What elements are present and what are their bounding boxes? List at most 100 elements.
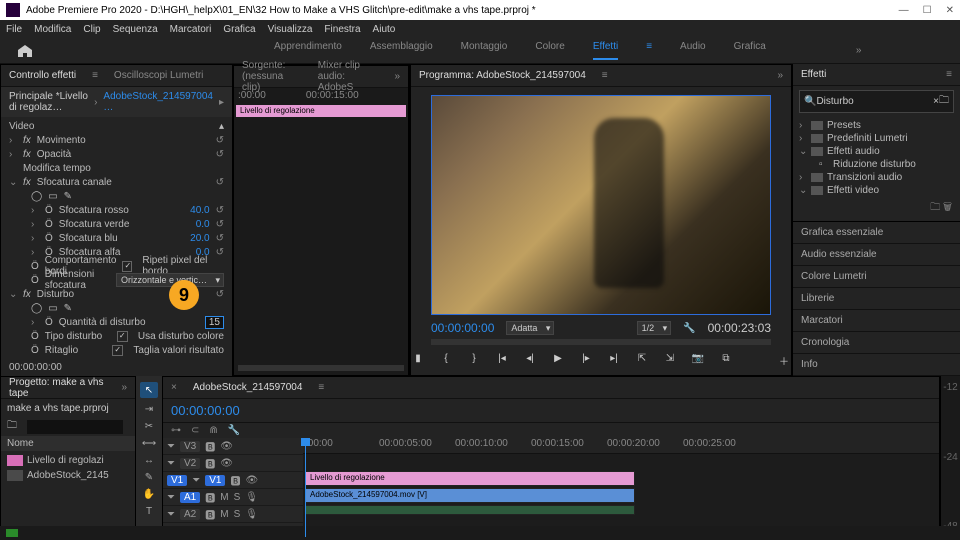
ec-timecode[interactable]: 00:00:00:00 xyxy=(1,359,232,376)
step-back-icon[interactable]: ◂| xyxy=(523,353,537,368)
ec-blur-green-value[interactable]: 0.0 xyxy=(196,219,210,230)
export-frame-icon[interactable]: 📷 xyxy=(691,353,705,368)
linked-sel-icon[interactable]: ⊂ xyxy=(191,425,199,436)
hand-tool-icon[interactable]: ✋ xyxy=(143,489,155,500)
ec-channel-blur[interactable]: Sfocatura canale xyxy=(37,177,210,188)
project-col-name[interactable]: Nome xyxy=(7,438,34,449)
razor-tool-icon[interactable]: ⟷ xyxy=(142,438,156,449)
ec-noisetype-checkbox[interactable] xyxy=(117,331,128,342)
add-marker-icon[interactable]: ▮ xyxy=(411,353,425,368)
mark-out-icon[interactable]: } xyxy=(467,353,481,368)
menu-view[interactable]: Visualizza xyxy=(268,24,313,35)
maximize-button[interactable]: ☐ xyxy=(923,5,932,16)
goto-in-icon[interactable]: |◂ xyxy=(495,353,509,368)
timeline-ruler[interactable]: :00:00 00:00:05:00 00:00:10:00 00:00:15:… xyxy=(303,438,939,454)
lift-icon[interactable]: ⇱ xyxy=(635,353,649,368)
workspace-learning[interactable]: Apprendimento xyxy=(274,41,342,60)
menu-clip[interactable]: Clip xyxy=(83,24,100,35)
workspace-overflow-icon[interactable]: » xyxy=(856,45,862,56)
reset-icon[interactable]: ↺ xyxy=(216,135,224,146)
ec-clip-checkbox[interactable] xyxy=(112,345,123,356)
mask-pen-icon[interactable]: ✎ xyxy=(64,303,72,314)
project-item[interactable]: Livello di regolazi xyxy=(1,453,135,468)
ec-video-toggle-icon[interactable]: ▴ xyxy=(219,121,224,132)
menu-markers[interactable]: Marcatori xyxy=(170,24,212,35)
step-fwd-icon[interactable]: |▸ xyxy=(579,353,593,368)
reset-icon[interactable]: ↺ xyxy=(216,289,224,300)
compare-icon[interactable]: ⧉ xyxy=(719,353,733,368)
extract-icon[interactable]: ⇲ xyxy=(663,353,677,368)
program-res-dropdown[interactable]: 1/2 xyxy=(637,321,672,335)
wrench-icon[interactable]: 🔧 xyxy=(683,323,695,334)
track-a2[interactable]: A2 xyxy=(180,509,200,520)
effects-tree-item[interactable]: ›Transizioni audio xyxy=(793,171,960,184)
menu-help[interactable]: Aiuto xyxy=(373,24,396,35)
ec-edge-checkbox[interactable] xyxy=(122,261,132,272)
ec-clip-dropdown[interactable]: AdobeStock_214597004 … xyxy=(103,91,213,113)
goto-out-icon[interactable]: ▸| xyxy=(607,353,621,368)
workspace-audio[interactable]: Audio xyxy=(680,41,706,60)
mask-pen-icon[interactable]: ✎ xyxy=(64,191,72,202)
ec-blur-red-value[interactable]: 40.0 xyxy=(190,205,209,216)
ec-opacity[interactable]: Opacità xyxy=(37,149,210,160)
workspace-color[interactable]: Colore xyxy=(535,41,564,60)
panel-history[interactable]: Cronologia xyxy=(793,332,960,354)
ec-blur-dim-dropdown[interactable]: Orizzontale e vertic… xyxy=(116,273,224,287)
reset-icon[interactable]: ↺ xyxy=(216,177,224,188)
menu-sequence[interactable]: Sequenza xyxy=(113,24,158,35)
play-icon[interactable]: ▶ xyxy=(551,353,565,368)
project-search-input[interactable] xyxy=(27,420,123,434)
panel-libraries[interactable]: Librerie xyxy=(793,288,960,310)
menu-graphics[interactable]: Grafica xyxy=(223,24,255,35)
track-v1[interactable]: V1 xyxy=(205,475,225,486)
panel-info[interactable]: Info xyxy=(793,354,960,376)
snap-icon[interactable]: ⊶ xyxy=(171,425,181,436)
ec-timeremap[interactable]: Modifica tempo xyxy=(23,163,224,174)
timeline-timecode[interactable]: 00:00:00:00 xyxy=(171,403,240,418)
workspace-effects[interactable]: Effetti xyxy=(593,41,618,60)
ec-noise-amount[interactable]: Quantità di disturbo xyxy=(59,317,199,328)
panel-essential-audio[interactable]: Audio essenziale xyxy=(793,244,960,266)
effects-tree-item[interactable]: ›Presets xyxy=(793,119,960,132)
panel-lumetri-color[interactable]: Colore Lumetri xyxy=(793,266,960,288)
project-item[interactable]: AdobeStock_2145 xyxy=(1,468,135,483)
pen-tool-icon[interactable]: ✎ xyxy=(145,472,153,483)
menu-file[interactable]: File xyxy=(6,24,22,35)
tab-effect-controls[interactable]: Controllo effetti xyxy=(9,70,76,81)
home-icon[interactable] xyxy=(16,44,34,58)
workspace-editing[interactable]: Montaggio xyxy=(461,41,508,60)
slip-tool-icon[interactable]: ↔ xyxy=(144,455,154,466)
ripple-tool-icon[interactable]: ✂ xyxy=(145,421,153,432)
mask-ellipse-icon[interactable]: ◯ xyxy=(31,303,42,314)
button-editor-icon[interactable]: ＋ xyxy=(777,353,791,368)
mark-in-icon[interactable]: { xyxy=(439,353,453,368)
close-button[interactable]: ✕ xyxy=(946,5,954,16)
menu-window[interactable]: Finestra xyxy=(324,24,360,35)
track-v3[interactable]: V3 xyxy=(180,441,200,452)
ec-blur-blue-value[interactable]: 20.0 xyxy=(190,233,209,244)
track-select-tool-icon[interactable]: ⇥ xyxy=(145,404,153,415)
ec-blur-green[interactable]: Sfocatura verde xyxy=(59,219,190,230)
effects-search-input[interactable]: Disturbo xyxy=(816,96,933,107)
ec-scrollbar[interactable] xyxy=(238,365,404,371)
program-tc-left[interactable]: 00:00:00:00 xyxy=(431,321,494,335)
track-a1[interactable]: A1 xyxy=(180,492,200,503)
tab-sequence[interactable]: AdobeStock_214597004 xyxy=(193,382,303,393)
ec-blur-red[interactable]: Sfocatura rosso xyxy=(59,205,184,216)
program-fit-dropdown[interactable]: Adatta xyxy=(506,321,554,335)
panel-markers[interactable]: Marcatori xyxy=(793,310,960,332)
panel-essential-graphics[interactable]: Grafica essenziale xyxy=(793,222,960,244)
effects-tree-item[interactable]: ⌄Effetti audio xyxy=(793,145,960,158)
timeline-clip-audio[interactable] xyxy=(305,505,635,515)
playhead[interactable] xyxy=(305,438,306,537)
track-v2[interactable]: V2 xyxy=(180,458,200,469)
program-monitor-video[interactable] xyxy=(431,95,771,315)
effects-tree-item[interactable]: ▫Riduzione disturbo xyxy=(793,158,960,171)
selection-tool-icon[interactable]: ↖ xyxy=(140,382,158,398)
minimize-button[interactable]: — xyxy=(899,5,909,16)
mask-ellipse-icon[interactable]: ◯ xyxy=(31,191,42,202)
settings-icon[interactable]: 🔧 xyxy=(228,425,240,436)
bin-icon[interactable]: 🗀 xyxy=(7,418,17,436)
tab-program[interactable]: Programma: AdobeStock_214597004 xyxy=(419,70,586,81)
timeline-clip-adjustment[interactable]: Livello di regolazione xyxy=(305,471,635,486)
